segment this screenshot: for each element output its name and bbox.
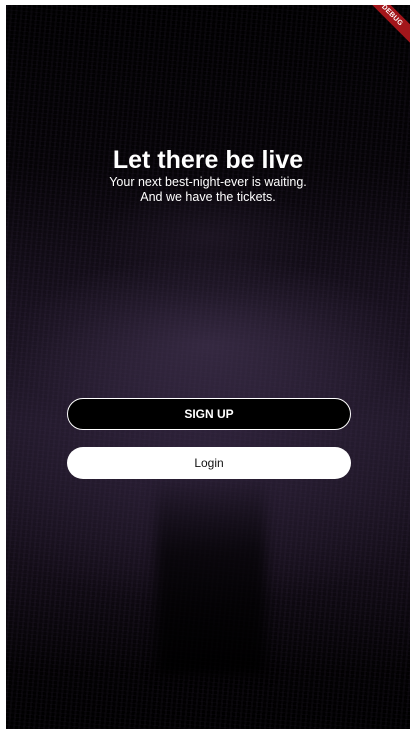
hero-subtitle-line-1: Your next best-night-ever is waiting. xyxy=(109,175,307,189)
stage-shadow xyxy=(156,475,266,675)
sign-up-button[interactable]: SIGN UP xyxy=(67,398,351,430)
hero-title: Let there be live xyxy=(112,146,304,174)
app-screen: Let there be live Your next best-night-e… xyxy=(6,5,410,729)
login-button[interactable]: Login xyxy=(67,447,351,479)
hero-subtitle-line-2: And we have the tickets. xyxy=(140,190,276,204)
login-button-label: Login xyxy=(194,456,224,470)
hero-section: Let there be live Your next best-night-e… xyxy=(6,145,410,205)
sign-up-button-label: SIGN UP xyxy=(184,407,234,421)
